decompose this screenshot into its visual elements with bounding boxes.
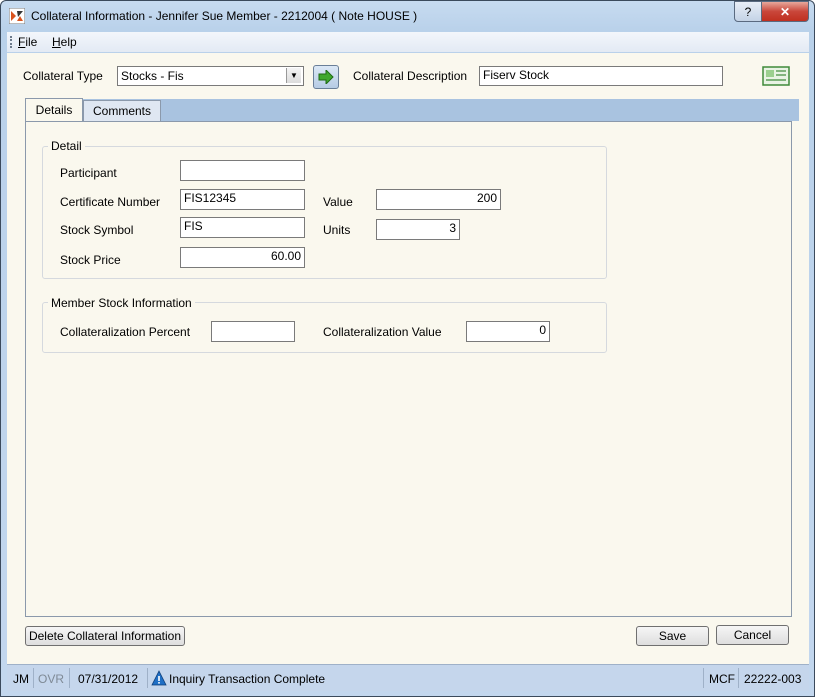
details-tab-panel: Detail Participant Certificate Number FI…: [25, 121, 792, 617]
cancel-button[interactable]: Cancel: [716, 625, 789, 645]
status-message: Inquiry Transaction Complete: [169, 672, 326, 686]
app-icon: [8, 7, 26, 25]
close-button[interactable]: ✕: [761, 1, 809, 22]
collateralization-percent-field[interactable]: [211, 321, 295, 342]
detail-group: [42, 146, 607, 279]
close-icon: ✕: [779, 4, 791, 19]
window-title: Collateral Information - Jennifer Sue Me…: [31, 9, 418, 23]
go-button[interactable]: [313, 65, 339, 89]
document-icon[interactable]: [762, 66, 790, 86]
question-icon: ?: [744, 4, 752, 19]
chevron-down-icon[interactable]: ▼: [286, 68, 301, 83]
tab-comments[interactable]: Comments: [83, 100, 161, 121]
status-bar: JM OVR 07/31/2012 Inquiry Transaction Co…: [7, 664, 809, 691]
stock-price-field[interactable]: 60.00: [180, 247, 305, 268]
status-divider: [147, 668, 148, 688]
units-label: Units: [323, 223, 351, 237]
collateralization-value-field[interactable]: 0: [466, 321, 550, 342]
save-label: Save: [658, 629, 687, 643]
menu-help-label: elp: [60, 35, 77, 49]
value-label: Value: [323, 195, 353, 209]
certificate-number-label: Certificate Number: [60, 195, 161, 209]
title-bar[interactable]: Collateral Information - Jennifer Sue Me…: [1, 1, 815, 31]
participant-field[interactable]: [180, 160, 305, 181]
stock-symbol-label: Stock Symbol: [60, 223, 134, 237]
menu-bar: File Help: [7, 32, 809, 52]
menu-help-accel: H: [52, 35, 61, 49]
tab-comments-label: Comments: [92, 104, 151, 118]
tab-details-label: Details: [35, 103, 73, 117]
info-triangle-icon: [151, 670, 167, 686]
arrow-right-icon: [318, 70, 334, 84]
status-divider: [703, 668, 704, 688]
collateral-window: Collateral Information - Jennifer Sue Me…: [0, 0, 815, 697]
detail-group-title: Detail: [48, 139, 85, 153]
stock-price-label: Stock Price: [60, 253, 121, 267]
status-mode: MCF: [709, 672, 735, 686]
menu-help[interactable]: Help: [52, 35, 77, 49]
delete-collateral-button[interactable]: Delete Collateral Information: [25, 626, 185, 646]
cancel-label: Cancel: [733, 628, 772, 642]
certificate-number-field[interactable]: FIS12345: [180, 189, 305, 210]
status-code: 22222-003: [744, 672, 802, 686]
tab-strip: Details Comments: [25, 98, 799, 121]
status-user: JM: [13, 672, 29, 686]
status-ovr: OVR: [38, 672, 65, 686]
dialog-body: Collateral Type Stocks - Fis ▼ Collatera…: [7, 53, 809, 664]
menu-grip: [10, 36, 14, 48]
collateral-type-value: Stocks - Fis: [121, 68, 184, 83]
menu-file[interactable]: File: [18, 35, 37, 49]
save-button[interactable]: Save: [636, 626, 709, 646]
value-field[interactable]: 200: [376, 189, 501, 210]
stock-symbol-field[interactable]: FIS: [180, 217, 305, 238]
units-field[interactable]: 3: [376, 219, 460, 240]
collateral-description-label: Collateral Description: [353, 69, 468, 83]
collateralization-value-label: Collateralization Value: [323, 325, 442, 339]
member-stock-group-title: Member Stock Information: [48, 296, 195, 310]
status-divider: [69, 668, 70, 688]
collateral-type-select[interactable]: Stocks - Fis ▼: [117, 66, 304, 86]
participant-label: Participant: [60, 166, 117, 180]
status-date: 07/31/2012: [78, 672, 139, 686]
tab-details[interactable]: Details: [25, 98, 83, 121]
collateralization-percent-label: Collateralization Percent: [60, 325, 191, 339]
collateral-type-label: Collateral Type: [23, 69, 103, 83]
help-button[interactable]: ?: [734, 1, 762, 22]
delete-collateral-label: Delete Collateral Information: [28, 629, 182, 643]
status-divider: [33, 668, 34, 688]
collateral-description-field[interactable]: Fiserv Stock: [479, 66, 723, 86]
status-divider: [738, 668, 739, 688]
menu-file-label: ile: [25, 35, 38, 49]
